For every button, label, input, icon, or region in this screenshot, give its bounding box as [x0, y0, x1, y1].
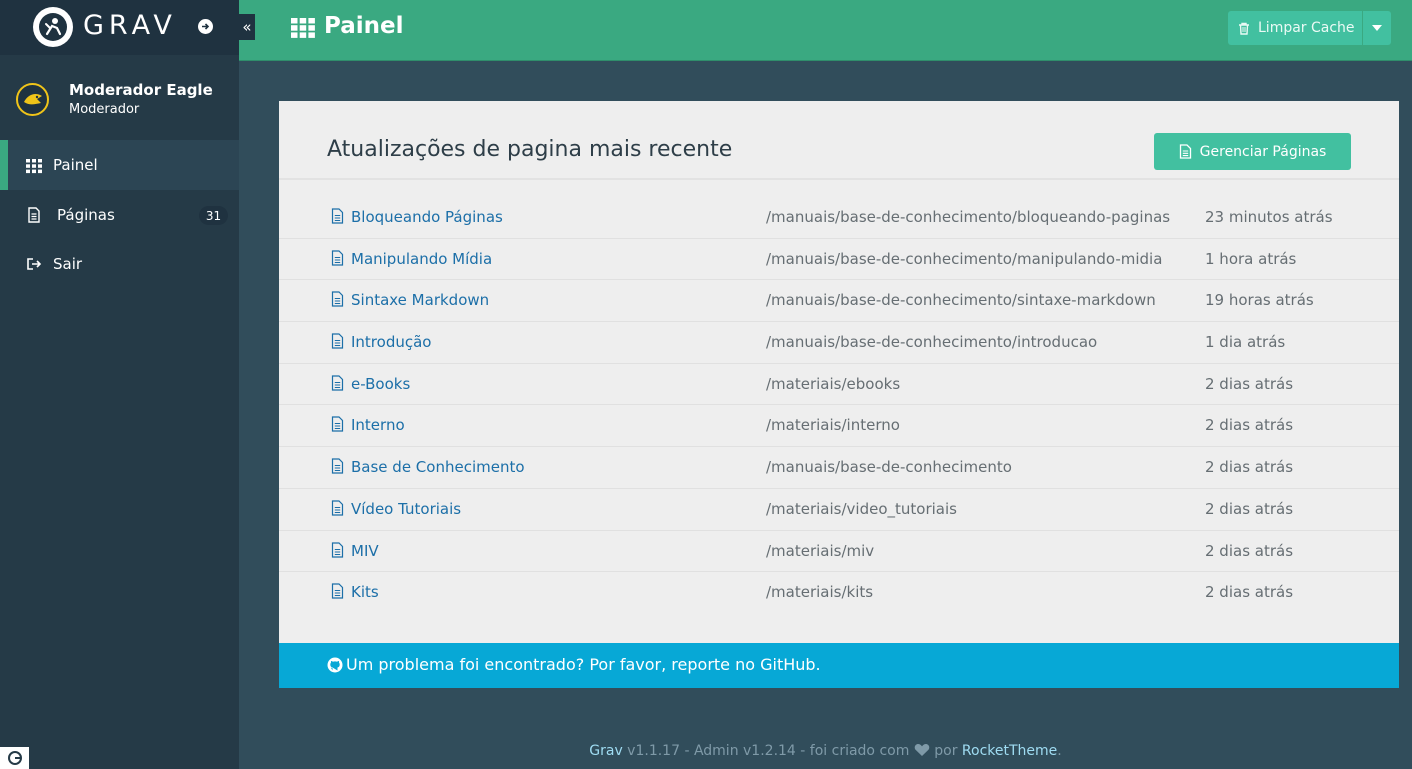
page-title-link[interactable]: e-Books [351, 375, 410, 393]
page-route: /manuais/base-de-conhecimento/sintaxe-ma… [766, 291, 1156, 310]
page-route: /manuais/base-de-conhecimento [766, 458, 1012, 477]
file-icon [1179, 144, 1191, 159]
heart-icon [914, 744, 930, 756]
sidebar-item-label: Sair [53, 255, 83, 273]
user-profile[interactable]: Moderador Eagle Moderador [0, 55, 239, 140]
grav-link[interactable]: Grav [589, 743, 622, 759]
file-icon [28, 207, 40, 223]
file-icon [331, 291, 344, 307]
page-modified-time: 19 horas atrás [1205, 291, 1314, 310]
page-modified-time: 2 dias atrás [1205, 583, 1294, 602]
file-icon [331, 375, 344, 391]
recent-updates-card: Atualizações de pagina mais recente Gere… [279, 101, 1399, 643]
user-name: Moderador Eagle [69, 81, 213, 99]
table-row: Vídeo Tutoriais /materiais/video_tutoria… [279, 489, 1399, 531]
page-title-link[interactable]: Kits [351, 583, 379, 601]
page-modified-time: 2 dias atrás [1205, 416, 1294, 435]
page-route: /materiais/video_tutoriais [766, 499, 957, 518]
grid-icon [26, 159, 42, 174]
user-role: Moderador [69, 102, 140, 117]
page-route: /manuais/base-de-conhecimento/introducao [766, 333, 1098, 352]
caret-down-icon [1372, 25, 1382, 31]
sidebar-item-label: Painel [53, 156, 98, 174]
page-route: /materiais/miv [766, 541, 875, 560]
table-row: Manipulando Mídia /manuais/base-de-conhe… [279, 239, 1399, 281]
table-row: Interno /materiais/interno 2 dias atrás [279, 405, 1399, 448]
page-route: /manuais/base-de-conhecimento/bloqueando… [766, 208, 1171, 226]
pages-count-badge: 31 [199, 206, 228, 225]
footer-version-text: v1.1.17 - Admin v1.2.14 - foi criado com [622, 743, 914, 759]
sidebar-item-sair[interactable]: Sair [0, 240, 239, 290]
grid-icon [291, 18, 315, 38]
page-route: /materiais/interno [766, 416, 900, 435]
file-icon [331, 250, 344, 266]
grammarly-icon[interactable] [0, 747, 29, 769]
page-title-link[interactable]: Bloqueando Páginas [351, 208, 503, 226]
file-icon [331, 416, 344, 433]
page-modified-time: 1 dia atrás [1205, 333, 1286, 352]
page-title-link[interactable]: Sintaxe Markdown [351, 291, 489, 309]
page-title-link[interactable]: Manipulando Mídia [351, 250, 492, 268]
manage-pages-label: Gerenciar Páginas [1199, 143, 1327, 160]
page-title-link[interactable]: Vídeo Tutoriais [351, 500, 461, 518]
file-icon [331, 541, 344, 558]
page-modified-time: 2 dias atrás [1205, 541, 1294, 560]
github-icon [327, 657, 343, 673]
page-title: Painel [324, 13, 404, 39]
divider [279, 178, 1399, 180]
table-row: Kits /materiais/kits 2 dias atrás [279, 572, 1399, 614]
page-modified-time: 1 hora atrás [1205, 249, 1297, 268]
logo-text: GRAV [83, 10, 177, 41]
footer-end: . [1057, 743, 1062, 759]
footer: Grav v1.1.17 - Admin v1.2.14 - foi criad… [239, 743, 1412, 759]
clear-cache-button[interactable]: Limpar Cache [1228, 11, 1362, 45]
page-route: /materiais/kits [766, 583, 874, 602]
sidebar: GRAV Moderador Eagle Moderador Painel Pá… [0, 0, 239, 769]
logo-bar: GRAV [0, 0, 239, 55]
table-row: MIV /materiais/miv 2 dias atrás [279, 531, 1399, 573]
page-modified-time: 23 minutos atrás [1205, 208, 1333, 226]
avatar[interactable] [16, 83, 49, 116]
table-row: Base de Conhecimento /manuais/base-de-co… [279, 447, 1399, 489]
table-row: Sintaxe Markdown /manuais/base-de-conhec… [279, 280, 1399, 323]
page-title-link[interactable]: Introdução [351, 333, 431, 351]
page-title-link[interactable]: Base de Conhecimento [351, 458, 525, 476]
notice-text: Um problema foi encontrado? Por favor, r… [346, 655, 821, 674]
sidebar-item-label: Páginas [57, 206, 115, 224]
page-title-link[interactable]: Interno [351, 416, 405, 434]
file-icon [331, 333, 344, 349]
manage-pages-button[interactable]: Gerenciar Páginas [1154, 133, 1351, 170]
file-icon [331, 500, 344, 516]
file-icon [331, 208, 344, 224]
page-route: /manuais/base-de-conhecimento/manipuland… [766, 249, 1163, 268]
page-modified-time: 2 dias atrás [1205, 458, 1294, 477]
rockettheme-link[interactable]: RocketTheme [962, 743, 1057, 759]
sidebar-item-paginas[interactable]: Páginas 31 [0, 190, 239, 240]
file-icon [331, 458, 344, 474]
collapse-sidebar-icon[interactable]: « [239, 14, 255, 40]
card-title: Atualizações de pagina mais recente [327, 137, 733, 162]
grav-logo-icon[interactable] [33, 7, 73, 47]
page-title-link[interactable]: MIV [351, 542, 379, 560]
footer-by-text: por [929, 743, 962, 759]
open-site-icon[interactable] [198, 19, 213, 34]
file-icon [331, 583, 344, 599]
table-row: Introdução /manuais/base-de-conhecimento… [279, 322, 1399, 364]
sidebar-item-painel[interactable]: Painel [0, 140, 239, 190]
clear-cache-dropdown-button[interactable] [1363, 11, 1391, 45]
trash-icon [1239, 22, 1249, 35]
clear-cache-label: Limpar Cache [1258, 20, 1355, 36]
page-modified-time: 2 dias atrás [1205, 499, 1294, 518]
top-header: Painel Limpar Cache [239, 0, 1412, 61]
table-row: e-Books /materiais/ebooks 2 dias atrás [279, 364, 1399, 406]
recent-pages-list: Bloqueando Páginas /manuais/base-de-conh… [279, 197, 1399, 614]
sign-out-icon [27, 258, 42, 270]
page-modified-time: 2 dias atrás [1205, 374, 1294, 393]
page-route: /materiais/ebooks [766, 374, 901, 393]
github-notice-bar[interactable]: Um problema foi encontrado? Por favor, r… [279, 643, 1399, 688]
table-row: Bloqueando Páginas /manuais/base-de-conh… [279, 197, 1399, 239]
